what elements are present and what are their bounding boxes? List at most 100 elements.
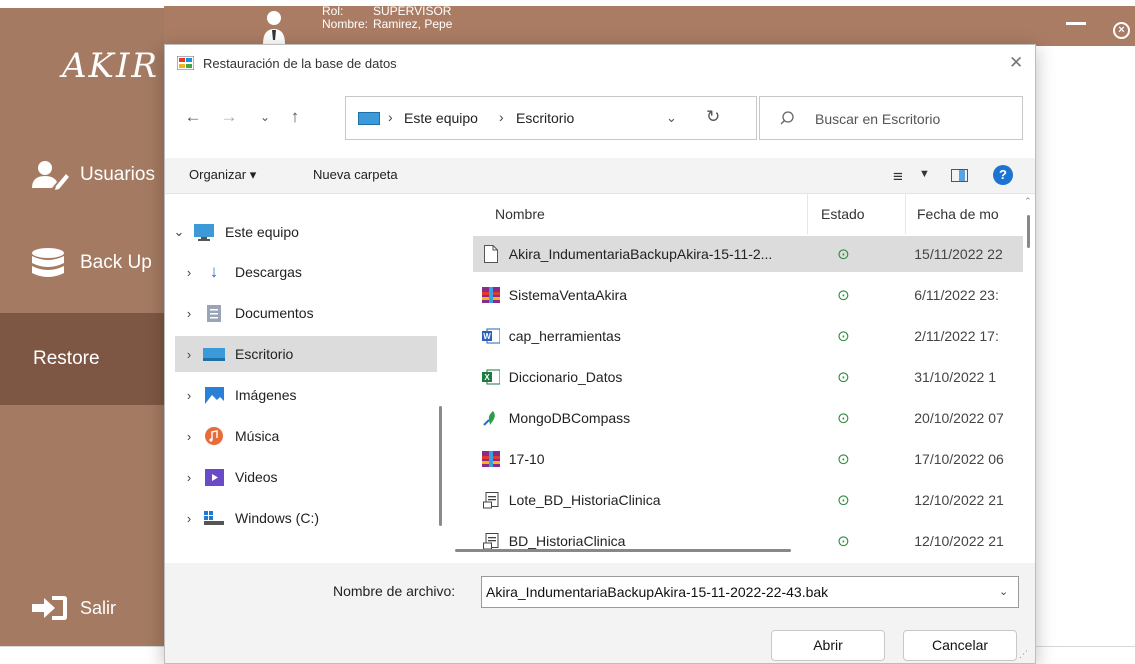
column-header-nombre[interactable]: Nombre [495,206,545,222]
chevron-right-icon[interactable]: › [175,470,203,485]
file-name: Akira_IndumentariaBackupAkira-15-11-2... [508,246,773,262]
documents-icon [203,304,225,322]
file-date: 12/10/2022 21 [914,492,1004,508]
user-avatar-icon [263,11,285,44]
file-row[interactable]: Akira_IndumentariaBackupAkira-15-11-2...… [473,236,1023,272]
scroll-up-arrow-icon[interactable]: ⌃ [1024,196,1032,207]
column-separator[interactable] [807,194,808,234]
tree-item-documentos[interactable]: › Documentos [175,295,437,331]
open-button[interactable]: Abrir [771,630,885,661]
sidebar-item-label: Salir [80,597,117,618]
file-list-vertical-scrollbar[interactable] [1027,215,1030,248]
file-row[interactable]: X Diccionario_Datos ⊙ 31/10/2022 1 [473,359,1023,395]
chevron-right-icon[interactable]: › [175,429,203,444]
file-date: 17/10/2022 06 [914,451,1004,467]
file-date: 6/11/2022 23: [914,287,999,303]
word-icon: W [481,327,501,345]
file-date: 15/11/2022 22 [914,246,1003,262]
breadcrumb-escritorio[interactable]: Escritorio [516,110,574,126]
tree-item-imagenes[interactable]: › Imágenes [175,377,437,413]
tree-item-windows-c[interactable]: › Windows (C:) [175,500,437,536]
navigation-scrollbar[interactable] [439,406,442,526]
restore-dialog: Restauración de la base de datos ✕ ← → ⌄… [164,44,1036,664]
address-dropdown-icon[interactable]: ⌄ [666,110,677,126]
search-placeholder: Buscar en Escritorio [815,111,941,127]
help-icon[interactable]: ? [993,165,1013,185]
sync-status-icon: ⊙ [837,451,850,468]
file-row[interactable]: W cap_herramientas ⊙ 2/11/2022 17: [473,318,1023,354]
address-bar[interactable]: › Este equipo › Escritorio ⌄ ↻ [345,96,757,140]
sidebar-item-label: Back Up [80,252,152,273]
organizar-button[interactable]: Organizar ▾ [189,167,256,183]
chevron-right-icon[interactable]: › [175,306,203,321]
tree-item-descargas[interactable]: › ↓ Descargas [175,254,437,290]
view-options-icon[interactable]: ≡ [893,167,903,187]
resize-grip-icon[interactable]: ⋰ [1019,649,1028,660]
sidebar-item-restore[interactable]: Restore [0,313,164,405]
recent-locations-chevron-icon[interactable]: ⌄ [255,105,275,129]
column-separator[interactable] [905,194,906,234]
sidebar-item-backup[interactable]: Back Up [0,243,164,283]
window-top-strip [0,0,164,8]
app-window-icon [177,56,194,70]
breadcrumb-separator-icon: › [388,109,393,125]
filename-input[interactable]: Akira_IndumentariaBackupAkira-15-11-2022… [481,576,1019,608]
view-caret-icon[interactable]: ▼ [919,168,930,180]
sidebar-item-label: Usuarios [80,164,155,185]
file-name: SistemaVentaAkira [508,287,628,303]
back-arrow-icon[interactable]: ← [183,105,203,129]
script-icon [481,491,501,509]
tree-item-musica[interactable]: › Música [175,418,437,454]
preview-pane-icon[interactable] [951,169,968,182]
music-icon [203,427,225,445]
tree-item-videos[interactable]: › Videos [175,459,437,495]
file-row[interactable]: BD_HistoriaClinica ⊙ 12/10/2022 21 [473,523,1023,559]
column-header-estado[interactable]: Estado [821,206,865,222]
minimize-button[interactable] [1066,22,1086,25]
shortcut-icon [481,409,501,427]
refresh-icon[interactable]: ↻ [706,107,720,127]
chevron-down-icon[interactable]: ⌄ [999,585,1008,598]
cancel-button[interactable]: Cancelar [903,630,1017,661]
nueva-carpeta-button[interactable]: Nueva carpeta [313,167,398,182]
up-arrow-icon[interactable]: ↑ [285,105,305,129]
file-row[interactable]: Lote_BD_HistoriaClinica ⊙ 12/10/2022 21 [473,482,1023,518]
tree-item-label: Música [235,428,280,444]
tree-item-escritorio[interactable]: › Escritorio [175,336,437,372]
chevron-right-icon[interactable]: › [175,347,203,362]
desktop-folder-icon [358,112,380,125]
app-close-button[interactable]: × [1113,22,1130,39]
file-row[interactable]: SistemaVentaAkira ⊙ 6/11/2022 23: [473,277,1023,313]
dialog-titlebar: Restauración de la base de datos ✕ [165,45,1035,81]
file-date: 31/10/2022 1 [914,369,996,385]
file-name: Lote_BD_HistoriaClinica [508,492,661,508]
pictures-icon [203,386,225,404]
chevron-down-icon[interactable]: ⌄ [165,224,193,240]
sync-status-icon: ⊙ [837,287,850,304]
sidebar-item-usuarios[interactable]: Usuarios [0,155,164,195]
sidebar-item-salir[interactable]: Salir [0,588,164,628]
tree-item-este-equipo[interactable]: ⌄ Este equipo [165,214,427,250]
chevron-right-icon[interactable]: › [175,265,203,280]
svg-text:X: X [484,373,490,382]
nombre-label: Nombre: [322,17,369,31]
column-header-fecha[interactable]: Fecha de mo [917,206,999,222]
filename-label: Nombre de archivo: [333,583,456,599]
videos-icon [203,468,225,486]
file-row[interactable]: MongoDBCompass ⊙ 20/10/2022 07 [473,400,1023,436]
chevron-right-icon[interactable]: › [175,388,203,403]
forward-arrow-icon[interactable]: → [219,105,239,129]
chevron-right-icon[interactable]: › [175,511,203,526]
dialog-close-button[interactable]: ✕ [1009,53,1023,73]
excel-icon: X [481,368,501,386]
file-name: 17-10 [508,451,545,467]
file-row[interactable]: 17-10 ⊙ 17/10/2022 06 [473,441,1023,477]
blank-file-icon [481,245,501,263]
search-input[interactable]: Buscar en Escritorio [759,96,1023,140]
sync-status-icon: ⊙ [837,492,850,509]
computer-icon [193,223,215,241]
breadcrumb-este-equipo[interactable]: Este equipo [404,110,478,126]
file-list-horizontal-scrollbar[interactable] [455,549,791,552]
tree-item-label: Escritorio [235,346,294,362]
file-name: Diccionario_Datos [508,369,623,385]
